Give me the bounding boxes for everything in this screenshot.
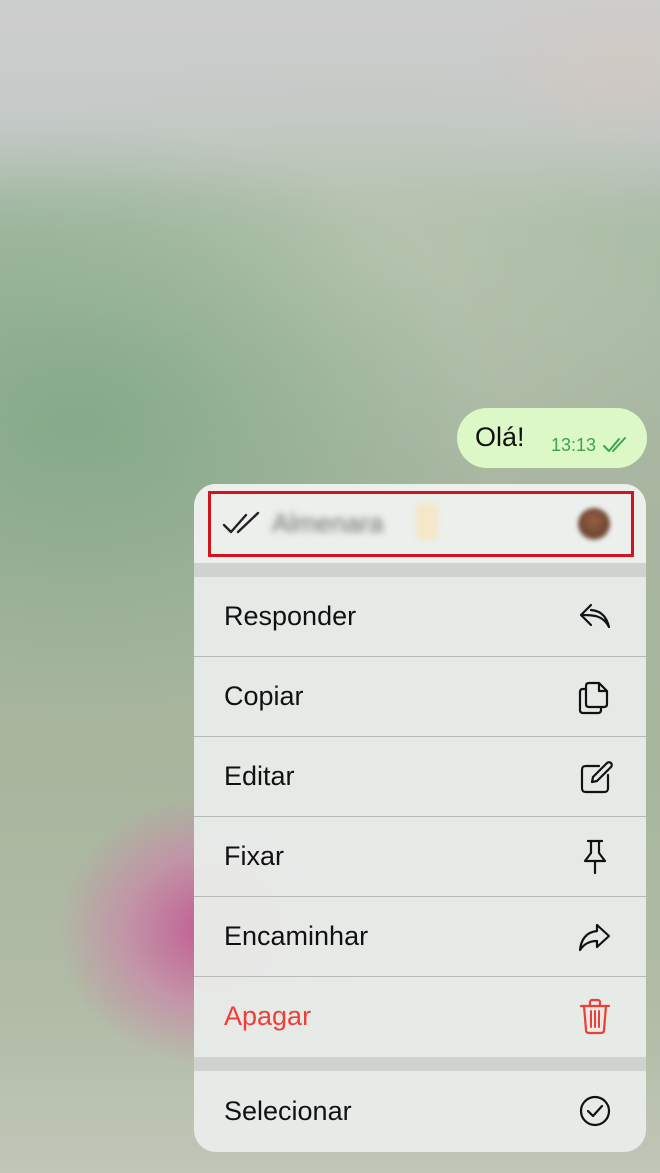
menu-item-apagar[interactable]: Apagar (194, 977, 646, 1057)
trash-icon (579, 998, 611, 1035)
menu-item-fixar[interactable]: Fixar (194, 817, 646, 897)
menu-item-encaminhar[interactable]: Encaminhar (194, 897, 646, 977)
copy-icon (578, 681, 609, 715)
menu-item-responder[interactable]: Responder (194, 577, 646, 657)
menu-item-copiar[interactable]: Copiar (194, 657, 646, 737)
menu-item-selecionar[interactable]: Selecionar (194, 1072, 646, 1152)
menu-item-label: Editar (224, 761, 295, 791)
message-bubble[interactable]: Olá! 13:13 (457, 408, 647, 468)
pin-icon (583, 839, 607, 875)
forward-icon (578, 923, 611, 952)
menu-item-label: Responder (224, 601, 357, 631)
reply-icon (579, 603, 611, 629)
edit-icon (580, 761, 613, 794)
message-text: Olá! (475, 422, 525, 452)
menu-item-label: Apagar (224, 1001, 312, 1031)
menu-item-label: Selecionar (224, 1096, 352, 1126)
highlight-annotation-box (208, 491, 634, 557)
menu-item-editar[interactable]: Editar (194, 737, 646, 817)
checkmark-circle-icon (579, 1095, 611, 1127)
menu-section-separator (194, 563, 646, 577)
menu-item-label: Encaminhar (224, 921, 369, 951)
menu-item-label: Fixar (224, 841, 284, 871)
menu-item-label: Copiar (224, 681, 304, 711)
background-top-fade (0, 0, 660, 200)
message-time: 13:13 (551, 435, 597, 455)
menu-section-separator (194, 1057, 646, 1071)
double-check-icon (603, 437, 626, 452)
context-menu: Almenara Responder Copiar Editar Fixar E… (194, 484, 646, 1152)
